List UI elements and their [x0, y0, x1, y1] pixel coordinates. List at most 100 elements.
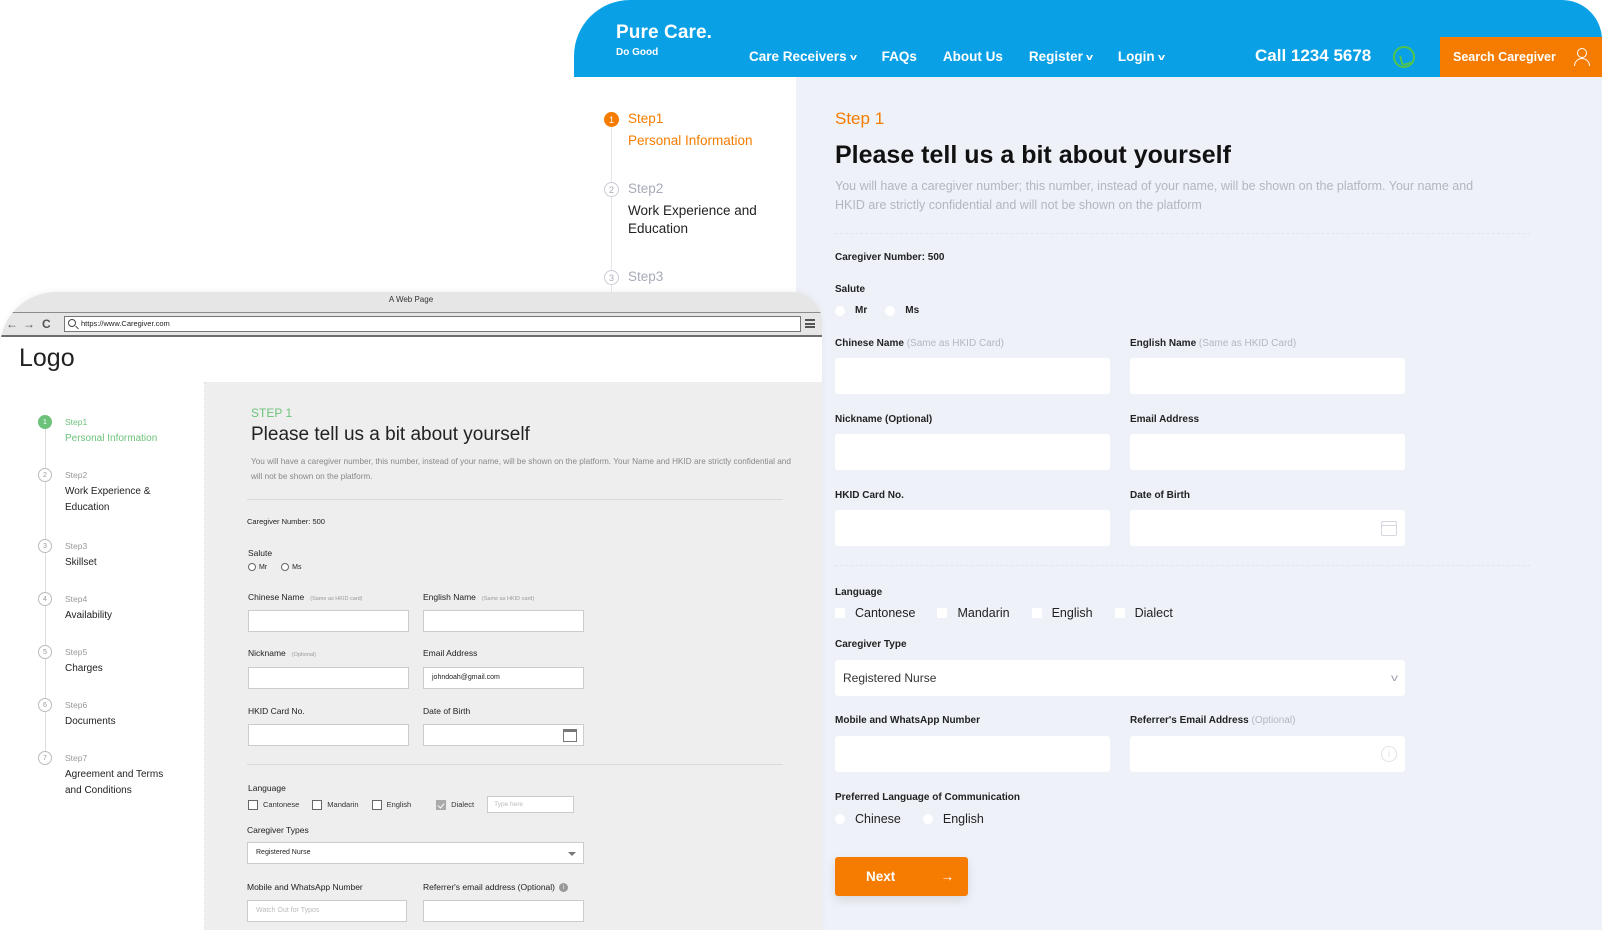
divider	[247, 499, 783, 500]
reload-icon[interactable]: C	[42, 317, 51, 331]
preferred-language-radio-group: Chinese English	[835, 812, 984, 826]
pref-lang-radio-english[interactable]: English	[922, 812, 984, 826]
english-name-label: English Name (Same as HKID Card)	[1130, 338, 1296, 349]
back-arrow-icon[interactable]: ←	[6, 317, 18, 331]
radio-label: Mr	[259, 563, 268, 571]
salute-radio-ms[interactable]: Ms	[885, 305, 919, 316]
language-checkbox-english[interactable]: English	[371, 799, 411, 810]
forward-arrow-icon[interactable]: →	[23, 317, 35, 331]
language-checkbox-mandarin[interactable]: Mandarin	[312, 799, 359, 810]
nav-login[interactable]: Login v	[1118, 49, 1165, 64]
step-title: Charges	[65, 663, 103, 674]
search-caregiver-button[interactable]: Search Caregiver	[1440, 37, 1602, 77]
nav-label: About Us	[942, 49, 1003, 64]
hamburger-menu-icon[interactable]	[805, 319, 815, 328]
dob-input[interactable]	[423, 724, 584, 746]
nav-care-receivers[interactable]: Care Receivers v	[749, 49, 857, 64]
step-label: Step2	[65, 470, 88, 480]
wire-form-panel: STEP 1 Please tell us a bit about yourse…	[205, 382, 822, 930]
caregiver-number: Caregiver Number: 500	[835, 252, 945, 263]
step-number-badge: 3	[604, 270, 619, 285]
caregiver-types-label: Caregiver Types	[247, 825, 309, 835]
caregiver-types-select[interactable]: Registered Nurse	[247, 842, 584, 864]
brand-logo[interactable]: Pure Care. Do Good	[616, 22, 712, 58]
logo[interactable]: Logo	[19, 344, 75, 373]
nav-label: Register	[1028, 49, 1083, 64]
salute-radio-ms[interactable]: Ms	[281, 563, 302, 571]
nav-faqs[interactable]: FAQs	[882, 49, 917, 64]
caregiver-number: Caregiver Number: 500	[247, 517, 325, 526]
pref-lang-radio-chinese[interactable]: Chinese	[835, 812, 901, 826]
caregiver-type-select[interactable]: Registered Nurse v	[835, 660, 1405, 696]
email-input[interactable]: johndoah@gmail.com	[423, 667, 584, 689]
chinese-name-input[interactable]	[835, 358, 1110, 394]
language-checkbox-cantonese[interactable]: Cantonese	[248, 799, 300, 810]
checkbox-label: Cantonese	[263, 800, 300, 809]
step-number-badge: 1	[604, 112, 619, 127]
checkbox-label: Dialect	[451, 800, 475, 809]
dob-label: Date of Birth	[1130, 490, 1190, 501]
english-name-input[interactable]	[1130, 358, 1405, 394]
step-label: Step3	[628, 269, 664, 284]
language-checkbox-english[interactable]: English	[1031, 606, 1093, 620]
checkbox-square	[937, 608, 948, 618]
english-name-input[interactable]	[423, 610, 584, 632]
radio-circle	[885, 305, 896, 316]
whatsapp-icon[interactable]	[1393, 46, 1415, 68]
nickname-input[interactable]	[248, 667, 409, 689]
salute-radio-mr[interactable]: Mr	[835, 305, 867, 316]
preferred-language-label: Preferred Language of Communication	[835, 792, 1021, 803]
language-checkbox-group: Cantonese Mandarin English Dialect	[835, 606, 1173, 620]
info-icon[interactable]: i	[1381, 746, 1397, 762]
label-hint: (Same as HKID card)	[310, 596, 363, 602]
step-label: Step5	[65, 647, 88, 657]
checkbox-square	[835, 608, 845, 618]
info-icon[interactable]: i	[559, 883, 569, 893]
page-description: You will have a caregiver number, this n…	[251, 457, 791, 481]
nav-about-us[interactable]: About Us	[943, 49, 1003, 64]
url-text: https://www.Caregiver.com	[81, 319, 170, 328]
hkid-input[interactable]	[248, 724, 409, 746]
dob-label: Date of Birth	[423, 706, 471, 716]
language-checkbox-dialect[interactable]: Dialect	[1114, 606, 1173, 620]
salute-radio-group: Mr Ms	[835, 305, 919, 316]
dob-input[interactable]	[1130, 510, 1405, 546]
referrer-email-input[interactable]: i	[1130, 736, 1405, 772]
hkid-input[interactable]	[835, 510, 1110, 546]
chinese-name-label: Chinese Name (Same as HKID card)	[248, 592, 363, 602]
chinese-name-input[interactable]	[248, 610, 409, 632]
call-number[interactable]: Call 1234 5678	[1255, 46, 1371, 66]
calendar-icon[interactable]	[1381, 521, 1397, 536]
step-number-badge: 4	[38, 592, 52, 606]
step-label: Step7	[65, 753, 88, 763]
language-checkbox-cantonese[interactable]: Cantonese	[835, 606, 915, 620]
salute-radio-mr[interactable]: Mr	[248, 563, 267, 571]
step-number-badge: 5	[38, 645, 52, 659]
hkid-label: HKID Card No.	[835, 490, 904, 501]
step-number-badge: 7	[38, 751, 52, 765]
mobile-label: Mobile and WhatsApp Number	[835, 715, 980, 726]
calendar-icon[interactable]	[563, 729, 577, 742]
email-input[interactable]	[1130, 434, 1405, 470]
referrer-email-input[interactable]	[423, 900, 584, 922]
referrer-email-label: Referrer's Email Address (Optional)	[1130, 715, 1295, 726]
step-number-badge: 2	[604, 182, 619, 197]
language-label: Language	[248, 783, 286, 793]
dialect-input[interactable]: Type here	[487, 796, 575, 813]
next-button[interactable]: Next →	[835, 857, 968, 896]
language-checkbox-mandarin[interactable]: Mandarin	[937, 606, 1010, 620]
step-label: Step4	[65, 594, 88, 604]
step-title: Agreement and Terms and Conditions	[65, 769, 164, 796]
wire-step-sidebar: 1 Step1 Personal Information 2 Step2 Wor…	[0, 382, 205, 930]
nav-label: FAQs	[881, 49, 917, 64]
nav-register[interactable]: Register v	[1028, 49, 1093, 64]
salute-label: Salute	[248, 548, 273, 558]
site-header: Pure Care. Do Good Care Receivers v FAQs …	[574, 0, 1602, 77]
nickname-input[interactable]	[835, 434, 1110, 470]
divider	[835, 565, 1530, 566]
url-bar[interactable]: https://www.Caregiver.com	[64, 316, 801, 332]
chevron-down-icon: v	[1391, 672, 1398, 684]
mobile-input[interactable]: Watch Out for Typos	[247, 900, 407, 922]
mobile-input[interactable]	[835, 736, 1110, 772]
language-checkbox-dialect[interactable]: Dialect	[436, 799, 475, 810]
